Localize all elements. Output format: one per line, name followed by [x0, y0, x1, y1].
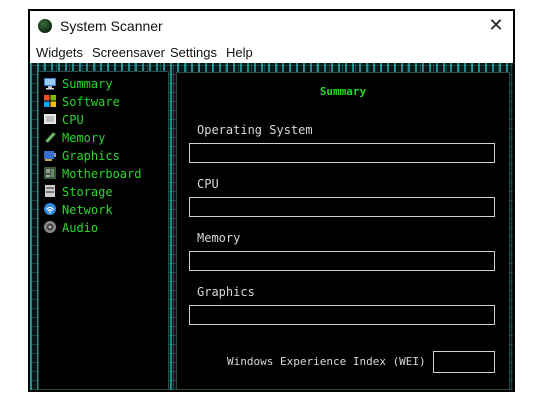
app-window: System Scanner ✕ Widgets Screensaver Set… — [28, 9, 515, 392]
wei-score-field[interactable] — [433, 351, 495, 373]
cpu-icon — [43, 112, 57, 126]
sidebar-item-label: Storage — [62, 185, 113, 199]
field-label-graphics: Graphics — [197, 285, 255, 299]
memory-stick-icon — [43, 130, 57, 144]
sidebar-item-audio[interactable]: Audio — [43, 220, 98, 237]
sidebar-item-label: Audio — [62, 221, 99, 235]
motherboard-icon — [43, 166, 57, 180]
cpu-field[interactable] — [189, 197, 495, 217]
sidebar-item-network[interactable]: Network — [43, 202, 113, 219]
sidebar-item-label: Graphics — [62, 149, 120, 163]
sidebar-nav: Summary Software CPU Memory Graphics Mot — [38, 71, 169, 390]
audio-speaker-icon — [43, 220, 57, 234]
close-button[interactable]: ✕ — [485, 14, 507, 38]
wei-label: Windows Experience Index (WEI) — [227, 355, 426, 368]
sidebar-item-label: CPU — [62, 113, 84, 127]
window-title: System Scanner — [60, 18, 163, 34]
storage-drive-icon — [43, 184, 57, 198]
panel-title: Summary — [319, 85, 367, 98]
graphics-card-icon — [43, 148, 57, 162]
sidebar-item-motherboard[interactable]: Motherboard — [43, 166, 141, 183]
menu-settings[interactable]: Settings — [170, 45, 217, 60]
summary-icon — [43, 76, 57, 90]
network-icon — [43, 202, 57, 216]
sidebar-item-label: Network — [62, 203, 113, 217]
menu-widgets[interactable]: Widgets — [36, 45, 83, 60]
summary-panel: Summary Operating System CPU Memory Grap… — [176, 72, 510, 390]
menu-help[interactable]: Help — [226, 45, 253, 60]
os-field[interactable] — [189, 143, 495, 163]
sidebar-item-label: Memory — [62, 131, 106, 145]
graphics-field[interactable] — [189, 305, 495, 325]
sidebar-item-graphics[interactable]: Graphics — [43, 148, 120, 165]
sidebar-item-label: Software — [62, 95, 120, 109]
field-label-memory: Memory — [197, 231, 241, 245]
sidebar-item-label: Motherboard — [62, 167, 142, 181]
sidebar-item-summary[interactable]: Summary — [43, 76, 113, 93]
sidebar-item-storage[interactable]: Storage — [43, 184, 113, 201]
sidebar-item-memory[interactable]: Memory — [43, 130, 105, 147]
menu-bar: Widgets Screensaver Settings Help — [30, 43, 513, 63]
sidebar-item-software[interactable]: Software — [43, 94, 120, 111]
memory-field[interactable] — [189, 251, 495, 271]
sidebar-item-cpu[interactable]: CPU — [43, 112, 84, 129]
menu-screensaver[interactable]: Screensaver — [92, 45, 165, 60]
field-label-cpu: CPU — [197, 177, 219, 191]
app-logo-icon — [38, 19, 52, 33]
sidebar-item-label: Summary — [62, 77, 113, 91]
windows-logo-icon — [43, 94, 57, 108]
title-bar[interactable]: System Scanner ✕ — [30, 11, 513, 43]
field-label-os: Operating System — [197, 123, 313, 137]
